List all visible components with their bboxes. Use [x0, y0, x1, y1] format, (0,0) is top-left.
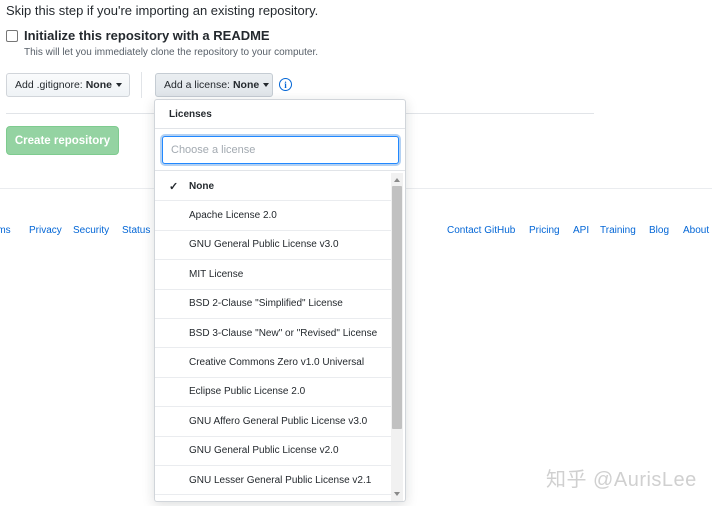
add-license-button[interactable]: Add a license: None — [155, 73, 273, 97]
readme-note: This will let you immediately clone the … — [24, 47, 319, 58]
license-option-epl2[interactable]: Eclipse Public License 2.0 — [155, 378, 391, 408]
license-option-mit[interactable]: MIT License — [155, 260, 391, 290]
license-option-label: Apache License 2.0 — [189, 210, 277, 222]
license-filter — [155, 129, 405, 171]
footer-link-privacy[interactable]: Privacy — [29, 225, 62, 236]
footer-link-contact[interactable]: Contact GitHub — [447, 225, 515, 236]
dropdown-scrollbar[interactable] — [391, 173, 403, 501]
footer-link-pricing[interactable]: Pricing — [529, 225, 560, 236]
scroll-down-arrow-icon[interactable] — [394, 492, 400, 496]
license-option-bsd3[interactable]: BSD 3-Clause "New" or "Revised" License — [155, 319, 391, 349]
footer-link-terms[interactable]: rms — [0, 225, 11, 236]
footer-link-security[interactable]: Security — [73, 225, 109, 236]
license-value: None — [232, 79, 260, 91]
footer-link-status[interactable]: Status — [122, 225, 150, 236]
license-option-none[interactable]: ✓ None — [155, 172, 391, 202]
add-gitignore-button[interactable]: Add .gitignore: None — [6, 73, 130, 97]
dropdown-header: Licenses — [155, 100, 405, 129]
gitignore-prefix: Add .gitignore: — [15, 79, 83, 91]
gitignore-value: None — [85, 79, 112, 91]
license-prefix: Add a license: — [164, 79, 230, 91]
license-option-gpl2[interactable]: GNU General Public License v2.0 — [155, 437, 391, 466]
license-option-label: None — [189, 180, 214, 192]
license-option-label: BSD 2-Clause "Simplified" License — [189, 298, 343, 310]
license-option-agpl3[interactable]: GNU Affero General Public License v3.0 — [155, 407, 391, 437]
skip-step-text: Skip this step if you're importing an ex… — [6, 3, 319, 18]
check-icon: ✓ — [169, 181, 179, 193]
license-option-gpl3[interactable]: GNU General Public License v3.0 — [155, 231, 391, 261]
footer-link-api[interactable]: API — [573, 225, 589, 236]
license-option-label: BSD 3-Clause "New" or "Revised" License — [189, 327, 378, 339]
license-option-label: Eclipse Public License 2.0 — [189, 386, 306, 398]
watermark: 知乎 @AurisLee — [546, 469, 697, 491]
readme-checkbox[interactable] — [6, 30, 18, 42]
license-option-label: GNU General Public License v2.0 — [189, 445, 339, 457]
readme-option: Initialize this repository with a README… — [6, 28, 318, 58]
license-filter-input[interactable] — [162, 136, 399, 164]
footer-link-blog[interactable]: Blog — [649, 225, 669, 236]
license-dropdown: Licenses ✓ None Apache License 2.0 GNU G… — [154, 99, 406, 502]
license-option-bsd2[interactable]: BSD 2-Clause "Simplified" License — [155, 290, 391, 319]
license-option-label: GNU Affero General Public License v3.0 — [189, 415, 368, 427]
caret-down-icon — [115, 83, 122, 87]
license-option-label: GNU General Public License v3.0 — [189, 239, 339, 251]
footer-link-training[interactable]: Training — [600, 225, 636, 236]
scroll-up-arrow-icon[interactable] — [394, 178, 400, 182]
create-repository-button[interactable]: Create repository — [6, 126, 119, 155]
license-option-label: MIT License — [189, 268, 244, 280]
license-option-apache[interactable]: Apache License 2.0 — [155, 201, 391, 231]
scroll-thumb[interactable] — [392, 186, 402, 429]
license-option-lgpl21[interactable]: GNU Lesser General Public License v2.1 — [155, 466, 391, 496]
footer-link-about[interactable]: About — [683, 225, 709, 236]
button-divider — [141, 72, 142, 98]
license-option-label: Creative Commons Zero v1.0 Universal — [189, 357, 365, 369]
caret-down-icon — [263, 83, 270, 87]
info-circle-icon[interactable]: i — [279, 78, 292, 91]
license-option-cc0[interactable]: Creative Commons Zero v1.0 Universal — [155, 348, 391, 378]
license-list: ✓ None Apache License 2.0 GNU General Pu… — [155, 172, 391, 496]
license-option-label: GNU Lesser General Public License v2.1 — [189, 474, 372, 486]
readme-label[interactable]: Initialize this repository with a README — [24, 28, 318, 43]
